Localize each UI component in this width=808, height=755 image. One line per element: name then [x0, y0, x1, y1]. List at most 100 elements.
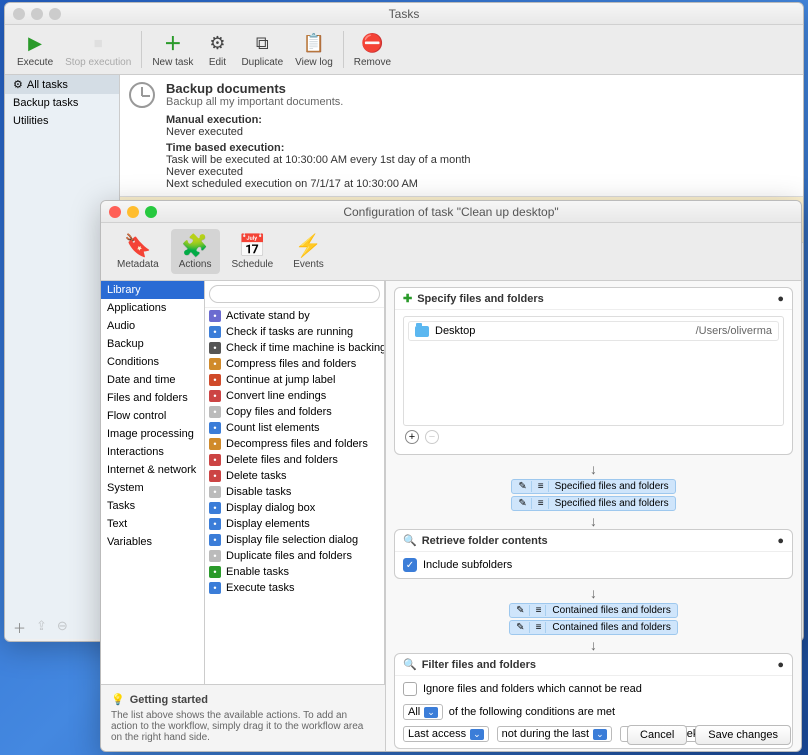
action-item[interactable]: •Convert line endings: [205, 388, 384, 404]
action-item[interactable]: •Enable tasks: [205, 564, 384, 580]
toolbar-execute[interactable]: Execute: [11, 29, 59, 70]
config-tabs: 🔖Metadata🧩Actions📅Schedule⚡Events: [101, 223, 801, 281]
tab-actions[interactable]: 🧩Actions: [171, 229, 220, 274]
specified-pill[interactable]: ✎≡Specified files and folders: [511, 479, 675, 494]
action-list: •Activate stand by•Check if tasks are ru…: [205, 308, 384, 684]
file-entry[interactable]: Desktop /Users/oliverma: [408, 321, 779, 341]
arrow-icon: ↓: [394, 461, 793, 477]
add-file-button[interactable]: +: [405, 430, 419, 444]
action-item[interactable]: •Display file selection dialog: [205, 532, 384, 548]
category-system[interactable]: System: [101, 479, 204, 497]
sidebar-item-utilities[interactable]: Utilities: [5, 112, 119, 130]
tab-events[interactable]: ⚡Events: [285, 229, 332, 274]
action-item[interactable]: •Display elements: [205, 516, 384, 532]
contained-pill-2[interactable]: ✎≡Contained files and folders: [509, 620, 678, 635]
collapse-icon[interactable]: ●: [777, 293, 784, 305]
action-icon: •: [209, 422, 221, 434]
include-subfolders-label: Include subfolders: [423, 559, 512, 571]
share-icon[interactable]: ⇪: [36, 618, 47, 637]
action-item[interactable]: •Check if time machine is backing up dat: [205, 340, 384, 356]
cancel-button[interactable]: Cancel: [627, 725, 687, 745]
config-traffic-lights[interactable]: [109, 206, 157, 218]
category-conditions[interactable]: Conditions: [101, 353, 204, 371]
match-select[interactable]: All⌄: [403, 704, 443, 720]
remove-icon[interactable]: ⊖: [57, 618, 68, 637]
filter-icon: 🔍: [403, 658, 417, 671]
category-list: LibraryApplicationsAudioBackupConditions…: [101, 281, 205, 684]
retrieve-card: 🔍Retrieve folder contents● ✓ Include sub…: [394, 529, 793, 579]
collapse-icon[interactable]: ●: [777, 535, 784, 547]
action-item[interactable]: •Duplicate files and folders: [205, 548, 384, 564]
tasks-traffic-lights[interactable]: [13, 8, 61, 20]
category-files-and-folders[interactable]: Files and folders: [101, 389, 204, 407]
toolbar-stop-execution[interactable]: Stop execution: [59, 29, 137, 70]
filter-title: Filter files and folders: [422, 659, 536, 671]
events-icon: ⚡: [295, 233, 322, 259]
sidebar-item-all-tasks[interactable]: ⚙All tasks: [5, 75, 119, 94]
action-item[interactable]: •Delete tasks: [205, 468, 384, 484]
action-item[interactable]: •Compress files and folders: [205, 356, 384, 372]
action-search-input[interactable]: [209, 285, 380, 303]
getting-started: 💡Getting started The list above shows th…: [101, 684, 385, 751]
add-icon[interactable]: ＋: [13, 618, 26, 637]
specify-title: Specify files and folders: [417, 293, 544, 305]
cond-op-select[interactable]: not during the last⌄: [497, 726, 612, 742]
toolbar-duplicate[interactable]: Duplicate: [235, 29, 289, 70]
specify-card: ✚ Specify files and folders ● Desktop /Use…: [394, 287, 793, 455]
tasks-titlebar[interactable]: Tasks: [5, 3, 803, 25]
config-window: Configuration of task "Clean up desktop"…: [100, 200, 802, 752]
file-add-remove: + −: [403, 426, 784, 448]
gear-icon: ⚙: [13, 78, 23, 91]
category-applications[interactable]: Applications: [101, 299, 204, 317]
toolbar-edit[interactable]: Edit: [199, 29, 235, 70]
toolbar-remove[interactable]: Remove: [348, 29, 397, 70]
action-item[interactable]: •Activate stand by: [205, 308, 384, 324]
action-item[interactable]: •Count list elements: [205, 420, 384, 436]
action-icon: •: [209, 566, 221, 578]
sidebar-item-backup-tasks[interactable]: Backup tasks: [5, 94, 119, 112]
category-audio[interactable]: Audio: [101, 317, 204, 335]
task-row[interactable]: Backup documentsBackup all my important …: [120, 75, 803, 197]
action-item[interactable]: •Execute tasks: [205, 580, 384, 596]
remove-file-button[interactable]: −: [425, 430, 439, 444]
category-backup[interactable]: Backup: [101, 335, 204, 353]
category-tasks[interactable]: Tasks: [101, 497, 204, 515]
category-flow-control[interactable]: Flow control: [101, 407, 204, 425]
action-item[interactable]: •Decompress files and folders: [205, 436, 384, 452]
cond-field-select[interactable]: Last access⌄: [403, 726, 489, 742]
contained-pill[interactable]: ✎≡Contained files and folders: [509, 603, 678, 618]
action-icon: •: [209, 390, 221, 402]
tab-metadata[interactable]: 🔖Metadata: [109, 229, 167, 274]
ignore-row[interactable]: Ignore files and folders which cannot be…: [403, 682, 784, 696]
action-item[interactable]: •Check if tasks are running: [205, 324, 384, 340]
action-search-wrap: [205, 281, 384, 308]
action-item[interactable]: •Copy files and folders: [205, 404, 384, 420]
specified-pill-2[interactable]: ✎≡Specified files and folders: [511, 496, 675, 511]
config-titlebar[interactable]: Configuration of task "Clean up desktop": [101, 201, 801, 223]
plus-icon: ✚: [403, 292, 412, 305]
tab-schedule[interactable]: 📅Schedule: [224, 229, 282, 274]
save-button[interactable]: Save changes: [695, 725, 791, 745]
gear-icon: [205, 31, 229, 55]
action-item[interactable]: •Continue at jump label: [205, 372, 384, 388]
action-item[interactable]: •Disable tasks: [205, 484, 384, 500]
include-subfolders-row[interactable]: ✓ Include subfolders: [403, 558, 784, 572]
category-internet---network[interactable]: Internet & network: [101, 461, 204, 479]
category-interactions[interactable]: Interactions: [101, 443, 204, 461]
action-item[interactable]: •Delete files and folders: [205, 452, 384, 468]
action-item[interactable]: •Display dialog box: [205, 500, 384, 516]
category-variables[interactable]: Variables: [101, 533, 204, 551]
category-library[interactable]: Library: [101, 281, 204, 299]
category-text[interactable]: Text: [101, 515, 204, 533]
action-icon: •: [209, 438, 221, 450]
toolbar-new-task[interactable]: New task: [146, 29, 199, 70]
collapse-icon[interactable]: ●: [777, 659, 784, 671]
category-date-and-time[interactable]: Date and time: [101, 371, 204, 389]
actions-icon: 🧩: [181, 233, 208, 259]
log-icon: [302, 31, 326, 55]
category-image-processing[interactable]: Image processing: [101, 425, 204, 443]
toolbar-view-log[interactable]: View log: [289, 29, 339, 70]
plus-icon: [161, 31, 185, 55]
tasks-toolbar: ExecuteStop executionNew taskEditDuplica…: [5, 25, 803, 75]
checkbox-icon: [403, 682, 417, 696]
